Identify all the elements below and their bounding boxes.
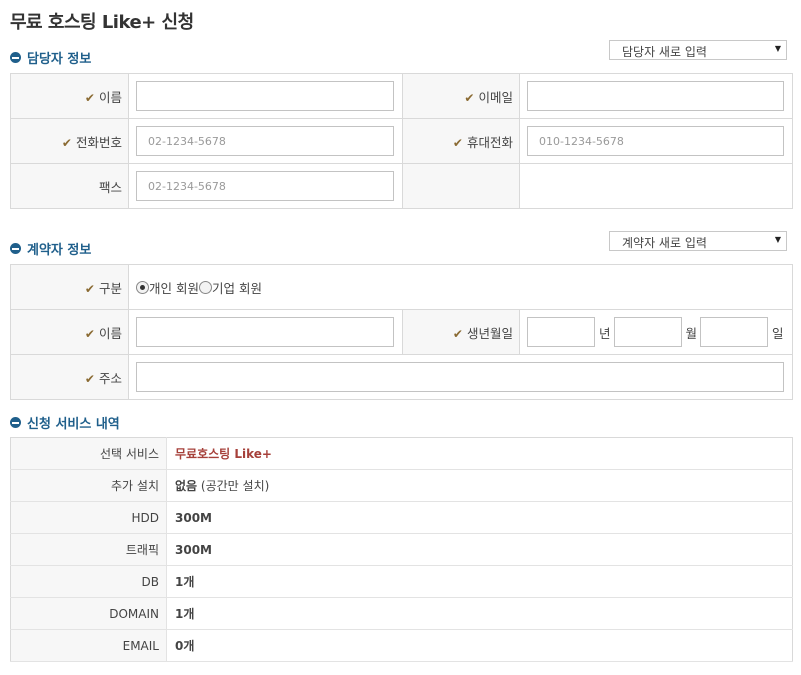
service-value: 없음	[175, 479, 198, 493]
page-title: 무료 호스팅 Like+ 신청	[10, 12, 194, 33]
contractor-select-value: 계약자 새로 입력	[622, 236, 707, 250]
contact-mobile-label: ✔ 휴대전화	[402, 118, 520, 164]
table-row: 팩스	[10, 163, 793, 209]
service-key: 트래픽	[10, 533, 167, 566]
service-key: HDD	[10, 501, 167, 534]
contractor-address-input[interactable]	[136, 362, 784, 392]
service-key: 선택 서비스	[10, 437, 167, 470]
label-text: 이름	[98, 325, 122, 341]
service-key: DOMAIN	[10, 597, 167, 630]
radio-personal-label[interactable]: 개인 회원	[149, 278, 199, 297]
table-row: DOMAIN 1개	[10, 597, 793, 630]
label-text: 이메일	[478, 89, 513, 105]
contact-form-table: ✔이름 ✔이메일 ✔전화번호 ✔휴대전화 팩스	[10, 73, 793, 209]
radio-personal[interactable]	[136, 280, 149, 294]
contractor-type-cell: 개인 회원 기업 회원	[128, 264, 793, 310]
service-key: DB	[10, 565, 167, 598]
label-text: 팩스	[98, 179, 122, 195]
birth-date-cell: 년 월 일	[519, 309, 793, 355]
check-icon: ✔	[61, 135, 72, 150]
service-value: 1개	[166, 597, 793, 630]
table-row: HDD 300M	[10, 501, 793, 534]
service-value: 0개	[166, 629, 793, 662]
service-note: (공간만 설치)	[197, 479, 270, 493]
contact-mobile-input[interactable]	[527, 126, 784, 156]
contact-phone-input[interactable]	[136, 126, 394, 156]
section-contractor-title: 계약자 정보	[27, 243, 92, 258]
section-contractor-heading: 계약자 정보	[10, 239, 91, 258]
table-row: 트래픽 300M	[10, 533, 793, 566]
contact-email-label: ✔ 이메일	[402, 73, 520, 119]
section-service-title: 신청 서비스 내역	[27, 417, 120, 432]
check-icon: ✔	[464, 90, 475, 105]
table-row: 선택 서비스 무료호스팅 Like+	[10, 437, 793, 470]
service-value: 1개	[166, 565, 793, 598]
table-row: ✔ 이름 ✔ 이메일	[10, 73, 793, 119]
contact-phone-label: ✔ 전화번호	[10, 118, 129, 164]
collapse-minus-icon[interactable]	[10, 52, 21, 63]
contractor-name-input[interactable]	[136, 317, 394, 347]
check-icon: ✔	[84, 90, 95, 105]
service-value-cell: 없음 (공간만 설치)	[166, 469, 793, 502]
empty-value-cell	[519, 163, 793, 209]
service-info-table: 선택 서비스 무료호스팅 Like+ 추가 설치 없음 (공간만 설치) HDD…	[10, 437, 793, 662]
table-row: 추가 설치 없음 (공간만 설치)	[10, 469, 793, 502]
birth-day-input[interactable]	[700, 317, 769, 347]
contractor-name-label: ✔ 이름	[10, 309, 129, 355]
table-row: EMAIL 0개	[10, 629, 793, 662]
contractor-address-label: ✔ 주소	[10, 354, 129, 400]
table-row: ✔ 이름 ✔ 생년월일 년 월 일	[10, 309, 793, 355]
contact-fax-label: 팩스	[10, 163, 129, 209]
radio-business[interactable]	[198, 280, 212, 294]
contact-fax-input[interactable]	[136, 171, 394, 201]
service-key: 추가 설치	[10, 469, 167, 502]
contact-select-value: 담당자 새로 입력	[622, 45, 707, 59]
dropdown-arrow-icon: ▼	[774, 235, 781, 244]
radio-business-label[interactable]: 기업 회원	[212, 278, 262, 297]
contact-name-input[interactable]	[136, 81, 394, 111]
service-key: EMAIL	[10, 629, 167, 662]
birth-month-input[interactable]	[613, 317, 682, 347]
day-suffix: 일	[772, 325, 784, 341]
contractor-form-table: ✔ 구분 개인 회원 기업 회원 ✔ 이름 ✔ 생년월일 년 월 일 ✔ 주소	[10, 264, 793, 400]
check-icon: ✔	[84, 326, 95, 341]
check-icon: ✔	[84, 371, 95, 386]
table-row: DB 1개	[10, 565, 793, 598]
check-icon: ✔	[452, 135, 463, 150]
month-suffix: 월	[685, 325, 698, 341]
contractor-type-label: ✔ 구분	[10, 264, 129, 310]
contractor-select[interactable]: 계약자 새로 입력 ▼	[609, 231, 787, 251]
table-row: ✔ 주소	[10, 354, 793, 400]
label-text: 휴대전화	[466, 134, 513, 150]
label-text: 생년월일	[466, 325, 513, 341]
collapse-minus-icon[interactable]	[10, 417, 21, 428]
service-value: 300M	[166, 501, 793, 534]
label-text: 주소	[98, 370, 122, 386]
section-contact-title: 담당자 정보	[27, 52, 92, 67]
check-icon: ✔	[452, 326, 463, 341]
dropdown-arrow-icon: ▼	[774, 44, 781, 53]
service-value: 무료호스팅 Like+	[166, 437, 793, 470]
contact-name-label: ✔ 이름	[10, 73, 129, 119]
table-row: ✔ 구분 개인 회원 기업 회원	[10, 264, 793, 310]
label-text: 이름	[98, 89, 122, 105]
empty-label-cell	[402, 163, 520, 209]
section-service-heading: 신청 서비스 내역	[10, 413, 120, 432]
contact-select[interactable]: 담당자 새로 입력 ▼	[609, 40, 787, 60]
label-text: 전화번호	[75, 134, 122, 150]
contractor-birth-label: ✔ 생년월일	[402, 309, 520, 355]
check-icon: ✔	[84, 281, 95, 296]
year-suffix: 년	[599, 325, 611, 341]
collapse-minus-icon[interactable]	[10, 243, 21, 254]
birth-year-input[interactable]	[527, 317, 595, 347]
service-value: 300M	[166, 533, 793, 566]
contact-email-input[interactable]	[527, 81, 784, 111]
label-text: 구분	[98, 280, 122, 296]
table-row: ✔전화번호 ✔휴대전화	[10, 118, 793, 164]
section-contact-heading: 담당자 정보	[10, 48, 91, 67]
